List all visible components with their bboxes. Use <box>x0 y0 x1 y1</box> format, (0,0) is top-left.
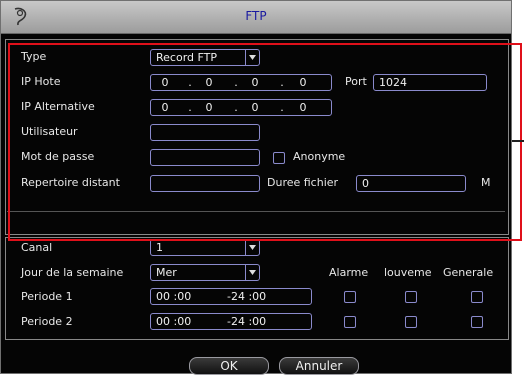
channel-select[interactable]: 1 <box>150 239 260 256</box>
weekday-label: Jour de la semaine <box>21 266 124 279</box>
period-1-label: Periode 1 <box>21 290 73 303</box>
channel-value: 1 <box>156 241 163 254</box>
period-1-start[interactable]: 00 :00 <box>156 290 191 303</box>
period-2-end[interactable]: -24 :00 <box>227 314 266 329</box>
window-title: FTP <box>245 9 267 23</box>
period-2-motion-checkbox[interactable] <box>405 316 417 328</box>
period-2-time[interactable]: 00 :00 -24 :00 <box>150 313 312 330</box>
cancel-button[interactable]: Annuler <box>279 357 359 375</box>
title-bar: FTP <box>1 1 511 34</box>
highlight-annotation <box>8 43 522 241</box>
period-2-general-checkbox[interactable] <box>471 316 483 328</box>
period-2-label: Periode 2 <box>21 315 73 328</box>
period-1-time[interactable]: 00 :00 -24 :00 <box>150 288 312 305</box>
weekday-value: Mer <box>156 266 177 279</box>
col-alarm-header: Alarme <box>329 266 369 279</box>
period-1-alarm-checkbox[interactable] <box>344 291 356 303</box>
period-1-motion-checkbox[interactable] <box>405 291 417 303</box>
col-general-header: Generale <box>443 266 494 279</box>
period-2-start[interactable]: 00 :00 <box>156 315 191 328</box>
channel-label: Canal <box>21 241 53 254</box>
chevron-down-icon[interactable] <box>245 240 259 255</box>
period-2-alarm-checkbox[interactable] <box>344 316 356 328</box>
pointer-line <box>512 140 524 142</box>
col-motion-header: louveme <box>384 266 432 279</box>
period-1-end[interactable]: -24 :00 <box>227 289 266 304</box>
period-1-general-checkbox[interactable] <box>471 291 483 303</box>
chevron-down-icon[interactable] <box>245 265 259 280</box>
weekday-select[interactable]: Mer <box>150 264 260 281</box>
ok-button[interactable]: OK <box>189 357 269 375</box>
